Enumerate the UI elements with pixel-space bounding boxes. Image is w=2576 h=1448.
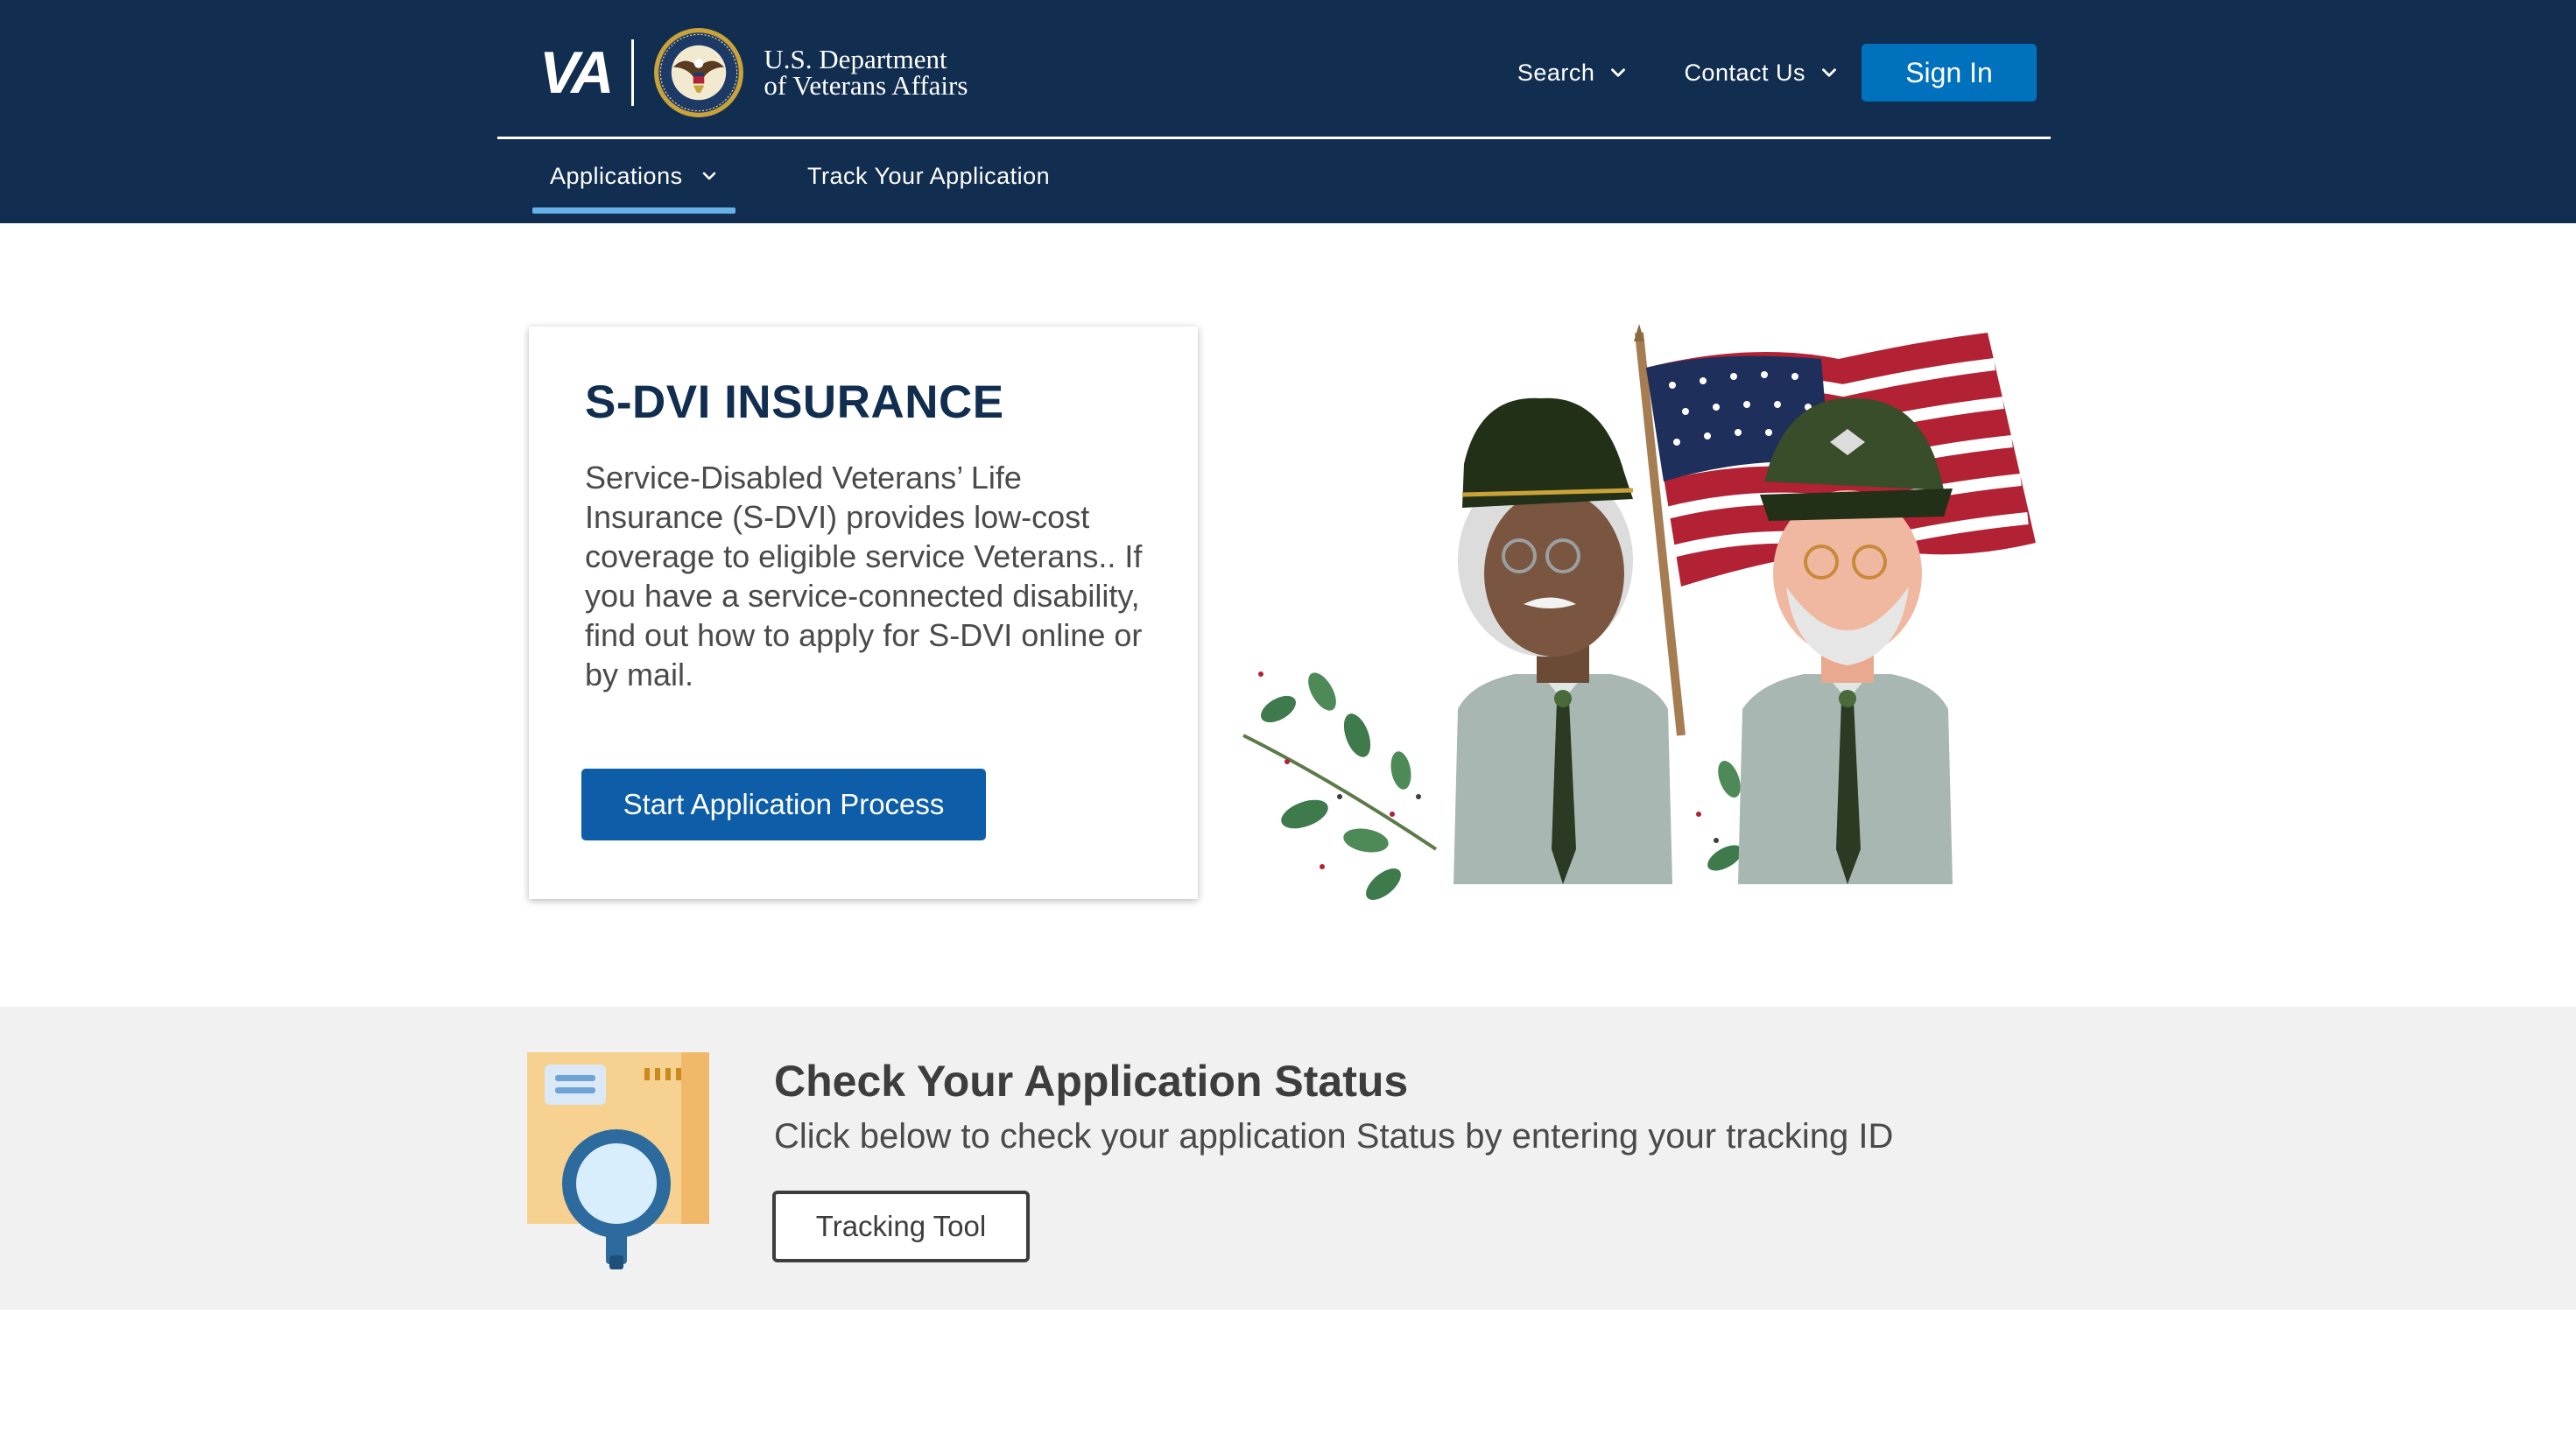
- utility-nav: Search Contact Us Sign In: [1517, 44, 2037, 102]
- logo-divider: [631, 39, 635, 106]
- site-header: VA U.S. Department of Veterans Affairs S…: [0, 0, 2576, 223]
- header-container: VA U.S. Department of Veterans Affairs S…: [497, 0, 2051, 223]
- chevron-down-icon: [1822, 68, 1836, 77]
- va-logo-mark: VA: [539, 39, 614, 106]
- application-status-section: Check Your Application Status Click belo…: [0, 1007, 2576, 1310]
- tab-track-label: Track Your Application: [807, 162, 1051, 189]
- magnifier-envelope-icon: [527, 1052, 709, 1269]
- veteran-figure-left: [1453, 397, 1672, 884]
- status-section-description: Click below to check your application St…: [774, 1117, 1894, 1156]
- contact-us-label: Contact Us: [1684, 59, 1805, 86]
- status-section-title: Check Your Application Status: [774, 1057, 1409, 1106]
- tab-track-your-application[interactable]: Track Your Application: [807, 140, 1050, 212]
- sdvi-info-card: S-DVI INSURANCE Service-Disabled Veteran…: [529, 327, 1198, 899]
- sign-in-button[interactable]: Sign In: [1862, 44, 2037, 102]
- main-subnav: Applications Track Your Application: [532, 140, 1050, 223]
- start-application-button[interactable]: Start Application Process: [581, 769, 986, 840]
- tracking-tool-button[interactable]: Tracking Tool: [772, 1191, 1030, 1262]
- contact-us-menu[interactable]: Contact Us: [1684, 60, 1841, 87]
- chevron-down-icon: [702, 172, 715, 180]
- department-name: U.S. Department of Veterans Affairs: [764, 46, 968, 99]
- chevron-down-icon: [1611, 68, 1626, 77]
- va-seal-icon: [654, 28, 744, 117]
- va-home-logo[interactable]: VA U.S. Department of Veterans Affairs: [539, 25, 968, 121]
- tab-applications[interactable]: Applications: [532, 140, 735, 214]
- search-menu-label: Search: [1517, 59, 1595, 86]
- header-divider: [497, 137, 2051, 139]
- veterans-illustration: [1242, 324, 2036, 900]
- page-title: S-DVI INSURANCE: [585, 376, 1004, 428]
- veteran-figure-right: [1738, 397, 1953, 884]
- department-line-2: of Veterans Affairs: [764, 70, 968, 101]
- search-menu[interactable]: Search: [1517, 60, 1630, 87]
- sdvi-description: Service-Disabled Veterans’ Life Insuranc…: [585, 460, 1143, 692]
- tab-applications-label: Applications: [550, 162, 683, 189]
